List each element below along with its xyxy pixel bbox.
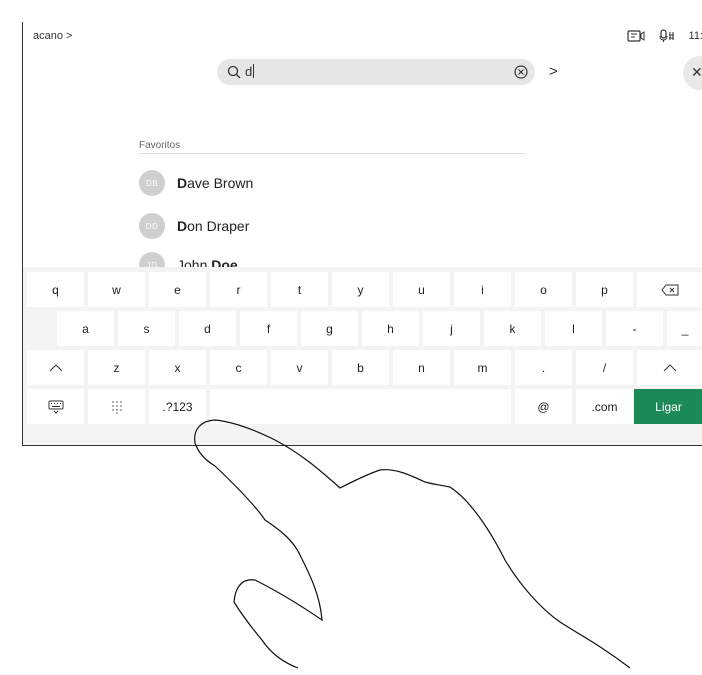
chevron-right-icon[interactable]: >: [549, 63, 558, 80]
key-w[interactable]: w: [88, 272, 145, 307]
search-field[interactable]: d: [217, 59, 535, 85]
key-c[interactable]: c: [210, 350, 267, 385]
favorites-heading: Favoritos: [139, 140, 181, 151]
symbols-key[interactable]: .?123: [149, 389, 206, 424]
key-v[interactable]: v: [271, 350, 328, 385]
dot-com-key[interactable]: .com: [576, 389, 633, 424]
shift-key-right[interactable]: [637, 350, 702, 385]
key-z[interactable]: z: [88, 350, 145, 385]
call-button[interactable]: Ligar: [634, 389, 702, 424]
keyboard-hide-icon: [48, 400, 63, 414]
clear-circle-icon[interactable]: [513, 64, 529, 85]
close-icon: ✕: [691, 64, 702, 80]
key-x[interactable]: x: [149, 350, 206, 385]
search-input[interactable]: d: [245, 64, 255, 79]
contact-name-match: D: [177, 175, 188, 191]
key-k[interactable]: k: [484, 311, 541, 346]
key-p[interactable]: p: [576, 272, 633, 307]
key-r[interactable]: r: [210, 272, 267, 307]
status-bar: 11:: [626, 29, 702, 43]
text-caret: [253, 64, 255, 78]
key-u[interactable]: u: [393, 272, 450, 307]
key-l[interactable]: l: [545, 311, 602, 346]
contact-name-rest: ave Brown: [187, 175, 254, 191]
key-g[interactable]: g: [301, 311, 358, 346]
room-name[interactable]: acano >: [33, 30, 72, 42]
hide-keyboard-key[interactable]: [27, 389, 84, 424]
contact-name: Dave Brown: [177, 175, 253, 191]
divider: [139, 153, 525, 154]
on-screen-keyboard: q w e r t y u i o p a s d f g h j k l - …: [23, 267, 702, 445]
contact-name: Don Draper: [177, 218, 249, 234]
key-j[interactable]: j: [423, 311, 480, 346]
key-f[interactable]: f: [240, 311, 297, 346]
close-button[interactable]: ✕: [683, 56, 702, 90]
screen-share-icon[interactable]: [626, 29, 645, 43]
key-hyphen[interactable]: -: [606, 311, 663, 346]
key-b[interactable]: b: [332, 350, 389, 385]
at-key[interactable]: @: [515, 389, 572, 424]
contact-item[interactable]: DB Dave Brown: [139, 170, 253, 196]
touch-screen: acano > 11: d > ✕ Favoritos DB Dave Brow…: [22, 22, 702, 446]
search-icon: [227, 65, 241, 84]
key-slash[interactable]: /: [576, 350, 633, 385]
backspace-key[interactable]: [637, 272, 702, 307]
contact-item[interactable]: DD Don Draper: [139, 213, 249, 239]
key-m[interactable]: m: [454, 350, 511, 385]
key-t[interactable]: t: [271, 272, 328, 307]
dialpad-key[interactable]: [88, 389, 145, 424]
key-i[interactable]: i: [454, 272, 511, 307]
shift-icon: [663, 363, 677, 371]
key-d[interactable]: d: [179, 311, 236, 346]
contact-name-match: D: [177, 218, 188, 234]
key-period[interactable]: .: [515, 350, 572, 385]
dialpad-icon: [111, 400, 122, 414]
shift-key[interactable]: [27, 350, 84, 385]
space-key[interactable]: [210, 389, 511, 424]
key-s[interactable]: s: [118, 311, 175, 346]
microphone-icon[interactable]: [659, 29, 675, 43]
contact-name-rest: on Draper: [187, 218, 250, 234]
key-h[interactable]: h: [362, 311, 419, 346]
key-o[interactable]: o: [515, 272, 572, 307]
shift-icon: [49, 363, 62, 371]
search-query: d: [245, 64, 253, 79]
avatar: DB: [139, 170, 165, 196]
key-q[interactable]: q: [27, 272, 84, 307]
key-e[interactable]: e: [149, 272, 206, 307]
backspace-icon: [661, 284, 679, 295]
clock: 11:: [688, 30, 702, 42]
avatar: DD: [139, 213, 165, 239]
key-n[interactable]: n: [393, 350, 450, 385]
key-underscore[interactable]: _: [667, 311, 702, 346]
key-y[interactable]: y: [332, 272, 389, 307]
key-a[interactable]: a: [57, 311, 114, 346]
